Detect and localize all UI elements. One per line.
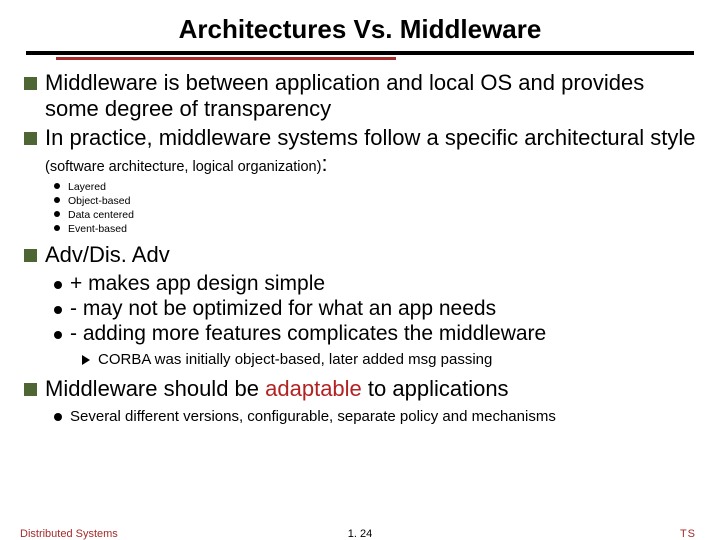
bullet-4-sub: Several different versions, configurable… <box>24 407 704 427</box>
dot-icon <box>54 183 60 189</box>
adv-1: - may not be optimized for what an app n… <box>70 296 496 321</box>
dot-icon <box>54 211 60 217</box>
bullet-2: In practice, middleware systems follow a… <box>24 125 704 178</box>
list-item: Several different versions, configurable… <box>54 407 704 427</box>
adv-0: + makes app design simple <box>70 271 325 296</box>
dot-icon <box>54 225 60 231</box>
corba-text: CORBA was initially object-based, later … <box>98 350 492 370</box>
slide-body: Middleware is between application and lo… <box>0 70 720 427</box>
dot-icon <box>54 331 62 339</box>
footer-left: Distributed Systems <box>20 528 118 540</box>
style-3: Event-based <box>68 222 127 236</box>
square-bullet-icon <box>24 383 37 396</box>
dot-icon <box>54 197 60 203</box>
bullet-2-text: In practice, middleware systems follow a… <box>45 125 704 178</box>
list-item: Event-based <box>54 222 704 236</box>
bullet-3: Adv/Dis. Adv <box>24 242 704 268</box>
b4-sub-text: Several different versions, configurable… <box>70 407 556 427</box>
style-0: Layered <box>68 180 106 194</box>
accent-line <box>56 57 396 60</box>
footer-center: 1. 24 <box>348 528 372 540</box>
bullet-2-main: In practice, middleware systems follow a… <box>45 125 695 150</box>
list-item: + makes app design simple <box>54 271 704 296</box>
square-bullet-icon <box>24 132 37 145</box>
bullet-4: Middleware should be adaptable to applic… <box>24 376 704 402</box>
triangle-icon <box>82 355 90 365</box>
list-item: Layered <box>54 180 704 194</box>
title-underline <box>26 51 694 55</box>
footer-right: TS <box>680 528 696 540</box>
square-bullet-icon <box>24 77 37 90</box>
list-item: Object-based <box>54 194 704 208</box>
bullet-2-colon: : <box>321 151 327 176</box>
bullet-2-note: (software architecture, logical organiza… <box>45 159 321 175</box>
list-item: - may not be optimized for what an app n… <box>54 296 704 321</box>
dot-icon <box>54 281 62 289</box>
b4-pre: Middleware should be <box>45 376 265 401</box>
list-item: CORBA was initially object-based, later … <box>82 350 704 370</box>
slide-title: Architectures Vs. Middleware <box>0 0 720 51</box>
list-item: - adding more features complicates the m… <box>54 321 704 346</box>
dot-icon <box>54 306 62 314</box>
bullet-3-text: Adv/Dis. Adv <box>45 242 170 268</box>
dot-icon <box>54 413 62 421</box>
style-1: Object-based <box>68 194 130 208</box>
bullet-1-text: Middleware is between application and lo… <box>45 70 704 123</box>
bullet-4-text: Middleware should be adaptable to applic… <box>45 376 509 402</box>
b4-post: to applications <box>362 376 509 401</box>
style-list: Layered Object-based Data centered Event… <box>24 180 704 237</box>
style-2: Data centered <box>68 208 134 222</box>
adv-2: - adding more features complicates the m… <box>70 321 546 346</box>
bullet-1: Middleware is between application and lo… <box>24 70 704 123</box>
b4-highlight: adaptable <box>265 376 362 401</box>
corba-note: CORBA was initially object-based, later … <box>24 350 704 370</box>
adv-list: + makes app design simple - may not be o… <box>24 271 704 347</box>
square-bullet-icon <box>24 249 37 262</box>
list-item: Data centered <box>54 208 704 222</box>
